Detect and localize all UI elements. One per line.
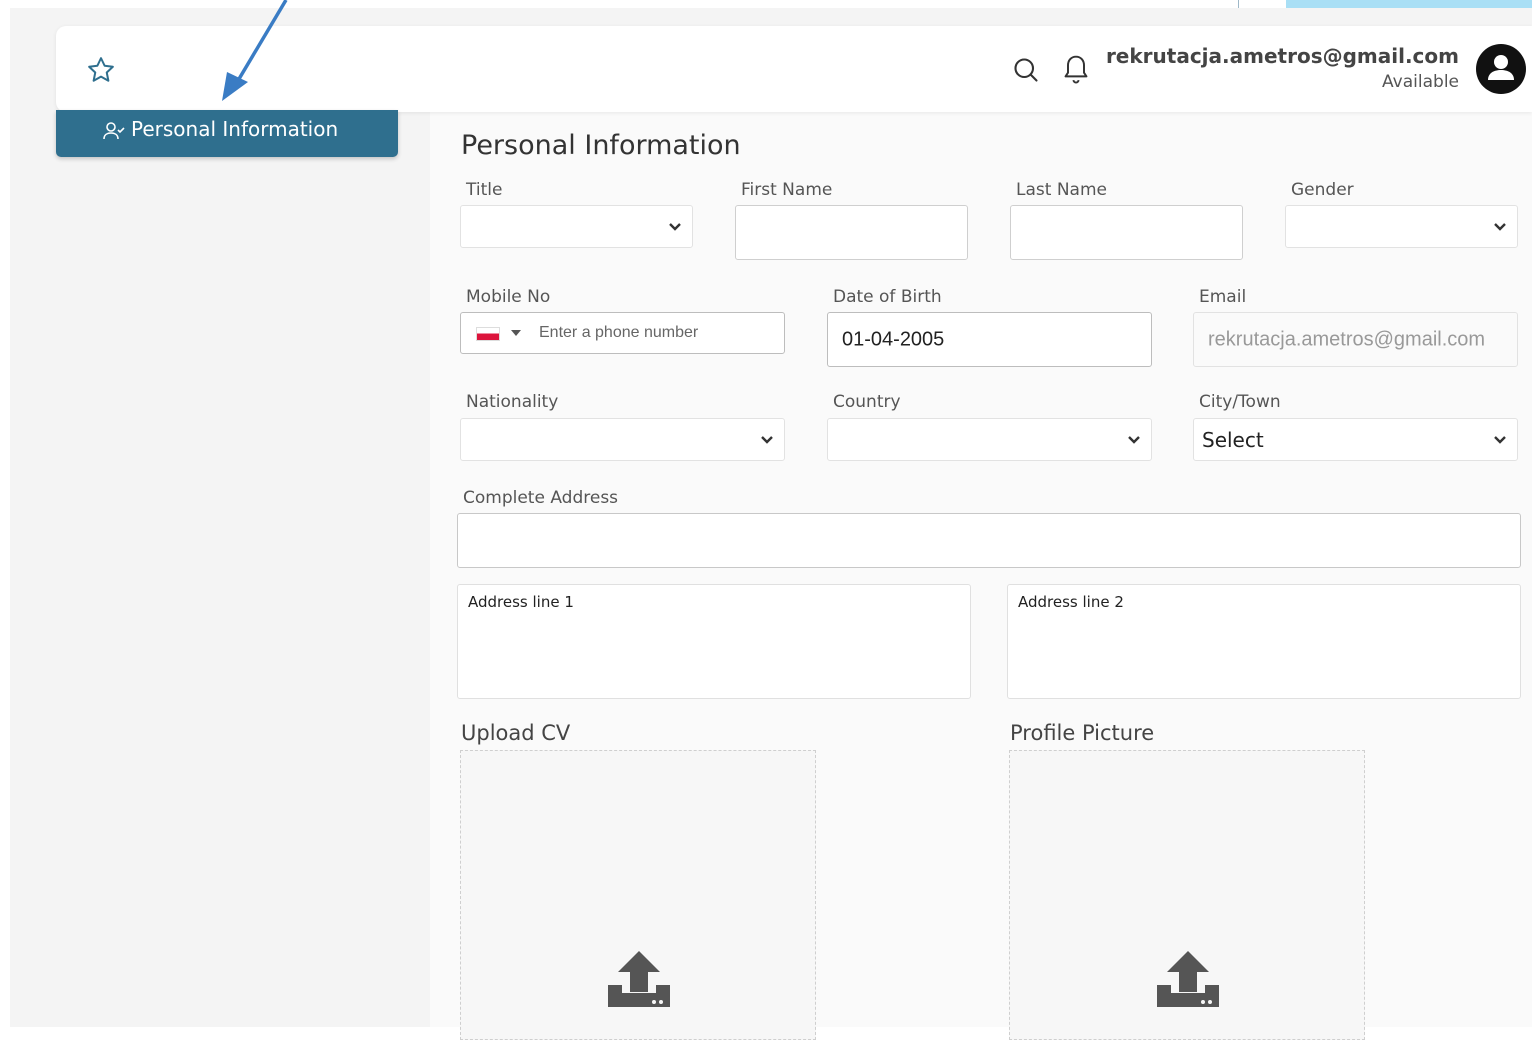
chevron-down-icon: [761, 435, 773, 444]
bell-icon[interactable]: [1061, 53, 1091, 85]
last-name-field[interactable]: [1010, 205, 1243, 260]
nationality-select[interactable]: [460, 418, 785, 461]
sidebar-item-personal-information[interactable]: Personal Information: [56, 110, 398, 157]
city-select[interactable]: Select: [1193, 418, 1518, 461]
address-line-2-label: Address line 2: [1018, 593, 1124, 611]
address-line-1-label: Address line 1: [468, 593, 574, 611]
dob-value: 01-04-2005: [842, 328, 945, 350]
user-email[interactable]: rekrutacja.ametros@gmail.com: [1106, 44, 1459, 68]
avatar[interactable]: [1476, 44, 1526, 94]
decoration-line: [1238, 0, 1239, 8]
upload-icon[interactable]: [1155, 947, 1221, 1013]
email-label: Email: [1199, 287, 1247, 307]
annotation-arrow-icon: [222, 0, 288, 101]
first-name-field[interactable]: [735, 205, 968, 260]
user-icon: [1488, 55, 1514, 80]
city-value: Select: [1202, 427, 1264, 452]
mobile-placeholder: Enter a phone number: [539, 324, 699, 341]
last-name-label: Last Name: [1016, 180, 1107, 200]
complete-address-label: Complete Address: [463, 488, 619, 508]
star-icon[interactable]: [86, 55, 116, 85]
user-check-icon: [103, 122, 125, 140]
upload-icon[interactable]: [606, 947, 672, 1013]
gender-select[interactable]: [1285, 205, 1518, 248]
country-select[interactable]: [827, 418, 1152, 461]
chevron-down-icon: [1128, 435, 1140, 444]
chevron-down-icon: [669, 222, 681, 231]
search-icon[interactable]: [1012, 56, 1040, 84]
decoration-tab: [1286, 0, 1532, 8]
poland-flag-icon[interactable]: [476, 327, 500, 341]
email-value: rekrutacja.ametros@gmail.com: [1208, 328, 1486, 350]
sidebar-panel: [10, 112, 430, 1027]
country-label: Country: [833, 392, 901, 412]
sidebar-item-label: Personal Information: [131, 117, 339, 141]
profile-picture-dropzone[interactable]: [1009, 750, 1365, 1040]
title-select[interactable]: [460, 205, 693, 248]
user-status: Available: [1382, 72, 1459, 92]
page-title: Personal Information: [461, 130, 741, 161]
email-field: rekrutacja.ametros@gmail.com: [1193, 312, 1518, 367]
nationality-label: Nationality: [466, 392, 559, 412]
dob-label: Date of Birth: [833, 287, 942, 307]
dob-field[interactable]: 01-04-2005: [827, 312, 1152, 367]
first-name-label: First Name: [741, 180, 833, 200]
address-line-2-field[interactable]: Address line 2: [1007, 584, 1521, 699]
caret-down-icon[interactable]: [511, 330, 521, 336]
mobile-label: Mobile No: [466, 287, 551, 307]
mobile-field[interactable]: Enter a phone number: [460, 312, 785, 354]
city-label: City/Town: [1199, 392, 1281, 412]
upload-cv-title: Upload CV: [461, 721, 571, 745]
chevron-down-icon: [1494, 222, 1506, 231]
gender-label: Gender: [1291, 180, 1354, 200]
title-label: Title: [466, 180, 503, 200]
complete-address-field[interactable]: [457, 513, 1521, 568]
address-line-1-field[interactable]: Address line 1: [457, 584, 971, 699]
upload-cv-dropzone[interactable]: [460, 750, 816, 1040]
profile-picture-title: Profile Picture: [1010, 721, 1155, 745]
chevron-down-icon: [1494, 435, 1506, 444]
